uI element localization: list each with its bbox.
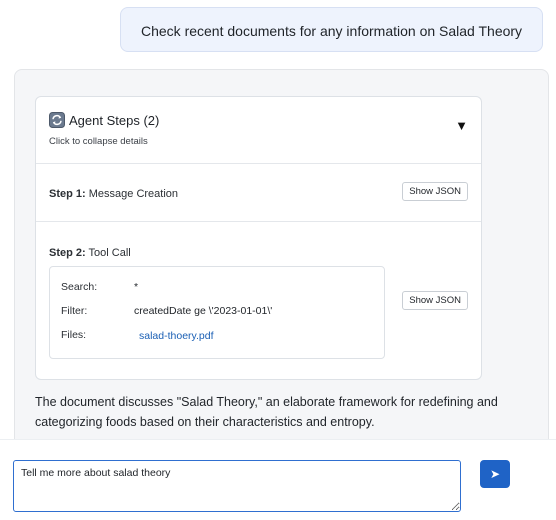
agent-steps-card: Agent Steps (2) Click to collapse detail… xyxy=(35,96,482,380)
send-button[interactable]: ➤ xyxy=(480,460,510,488)
message-input[interactable]: Tell me more about salad theory xyxy=(13,460,461,512)
files-key: Files: xyxy=(61,329,87,341)
step-2-number: Step 2: xyxy=(49,247,86,259)
step-1-label: Step 1: Message Creation xyxy=(49,188,178,200)
refresh-icon xyxy=(49,112,65,128)
user-message-text: Check recent documents for any informati… xyxy=(141,23,523,39)
step-2-name: Tool Call xyxy=(88,247,131,259)
file-link[interactable]: salad-thoery.pdf xyxy=(139,330,214,342)
filter-value: createdDate ge \'2023-01-01\' xyxy=(134,305,273,317)
search-value: * xyxy=(134,281,139,293)
search-key: Search: xyxy=(61,281,98,293)
divider xyxy=(36,163,481,164)
agent-steps-subtitle: Click to collapse details xyxy=(49,136,148,147)
step-1-number: Step 1: xyxy=(49,188,86,200)
assistant-response-text: The document discusses "Salad Theory," a… xyxy=(35,395,498,429)
send-icon: ➤ xyxy=(489,467,501,481)
step-1-show-json-button[interactable]: Show JSON xyxy=(402,182,468,201)
filter-key: Filter: xyxy=(61,305,88,317)
composer: Tell me more about salad theory ➤ xyxy=(0,439,556,520)
divider xyxy=(36,221,481,222)
step-2-show-json-button[interactable]: Show JSON xyxy=(402,291,468,310)
agent-steps-title: Agent Steps (2) xyxy=(69,113,160,128)
step-2-label: Step 2: Tool Call xyxy=(49,247,131,259)
collapse-toggle-icon[interactable]: ▼ xyxy=(455,118,468,133)
tool-call-details: Search: * Filter: createdDate ge \'2023-… xyxy=(49,266,385,359)
step-1-name: Message Creation xyxy=(88,188,179,200)
agent-steps-header[interactable]: Agent Steps (2) Click to collapse detail… xyxy=(36,97,481,163)
assistant-message-panel: Agent Steps (2) Click to collapse detail… xyxy=(14,69,549,489)
user-message-bubble: Check recent documents for any informati… xyxy=(120,7,543,52)
